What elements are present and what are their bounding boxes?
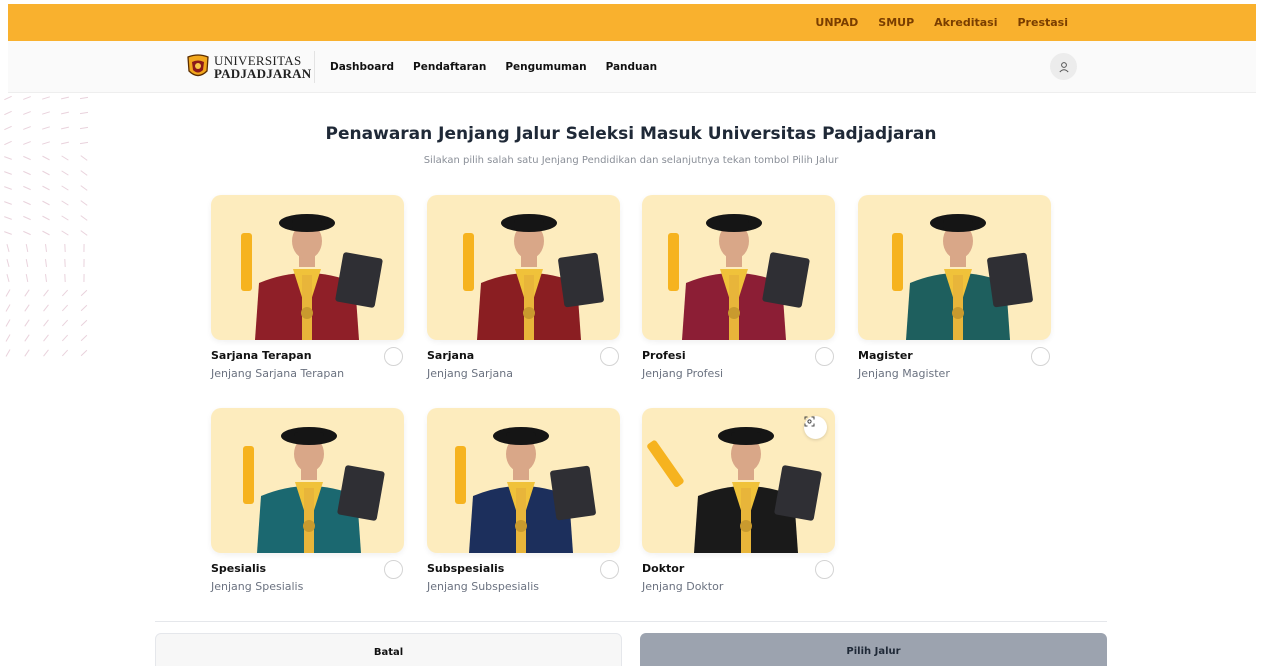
footer-divider [155,621,1107,622]
page-title: Penawaran Jenjang Jalur Seleksi Masuk Un… [325,124,937,144]
top-bar: UNPAD SMUP Akreditasi Prestasi [8,4,1256,41]
university-logo[interactable]: UNIVERSITAS PADJADJARAN [185,53,311,81]
program-card-sarjana[interactable]: Sarjana Jenjang Sarjana [427,195,620,380]
program-radio[interactable] [600,560,619,579]
top-link-smup[interactable]: SMUP [878,16,914,29]
program-radio[interactable] [600,347,619,366]
program-photo[interactable] [858,195,1051,340]
program-photo[interactable] [427,195,620,340]
user-menu-button[interactable] [1050,53,1077,80]
program-subtitle: Jenjang Sarjana [427,367,513,380]
program-card-sarjana-terapan[interactable]: Sarjana Terapan Jenjang Sarjana Terapan [211,195,404,380]
cancel-button[interactable]: Batal [155,633,622,666]
program-title: Subspesialis [427,562,505,575]
nav-pengumuman[interactable]: Pengumuman [505,61,586,73]
program-subtitle: Jenjang Sarjana Terapan [211,367,345,380]
top-link-prestasi[interactable]: Prestasi [1018,16,1069,29]
program-photo[interactable] [211,195,404,340]
nav-panduan[interactable]: Panduan [606,61,658,73]
program-photo[interactable] [642,408,835,553]
program-title: Profesi [642,349,686,362]
nav-pendaftaran[interactable]: Pendaftaran [413,61,486,73]
program-subtitle: Jenjang Profesi [642,367,724,380]
main-menu: Dashboard Pendaftaran Pengumuman Panduan [330,41,657,93]
program-title: Spesialis [211,562,267,575]
program-title: Doktor [642,562,685,575]
nav-dashboard[interactable]: Dashboard [330,61,394,73]
program-card-magister[interactable]: Magister Jenjang Magister [858,195,1051,380]
program-photo[interactable] [642,195,835,340]
program-photo[interactable] [427,408,620,553]
program-card-profesi[interactable]: Profesi Jenjang Profesi [642,195,835,380]
program-card-doktor[interactable]: Doktor Jenjang Doktor [642,408,835,593]
nav-divider [314,51,315,83]
program-radio[interactable] [384,347,403,366]
choose-path-button[interactable]: Pilih Jalur [640,633,1107,666]
top-links: UNPAD SMUP Akreditasi Prestasi [815,4,1068,41]
logo-line-2: PADJADJARAN [214,66,312,81]
user-icon [1058,61,1069,72]
navbar: UNIVERSITAS PADJADJARAN Dashboard Pendaf… [8,41,1256,93]
university-crest-icon [187,54,209,77]
program-subtitle: Jenjang Magister [858,367,950,380]
program-radio[interactable] [1031,347,1050,366]
top-link-unpad[interactable]: UNPAD [815,16,858,29]
visual-search-icon[interactable] [804,416,827,439]
program-card-spesialis[interactable]: Spesialis Jenjang Spesialis [211,408,404,593]
program-title: Sarjana [427,349,475,362]
program-title: Sarjana Terapan [211,349,312,362]
page-subtitle: Silakan pilih salah satu Jenjang Pendidi… [423,155,839,166]
top-link-akreditasi[interactable]: Akreditasi [934,16,997,29]
program-subtitle: Jenjang Subspesialis [427,580,540,593]
program-subtitle: Jenjang Spesialis [211,580,304,593]
program-radio[interactable] [815,560,834,579]
program-photo[interactable] [211,408,404,553]
program-subtitle: Jenjang Doktor [642,580,724,593]
program-title: Magister [858,349,913,362]
page: UNPAD SMUP Akreditasi Prestasi UNIVERSIT… [0,0,1262,666]
program-radio[interactable] [384,560,403,579]
program-radio[interactable] [815,347,834,366]
program-card-subspesialis[interactable]: Subspesialis Jenjang Subspesialis [427,408,620,593]
